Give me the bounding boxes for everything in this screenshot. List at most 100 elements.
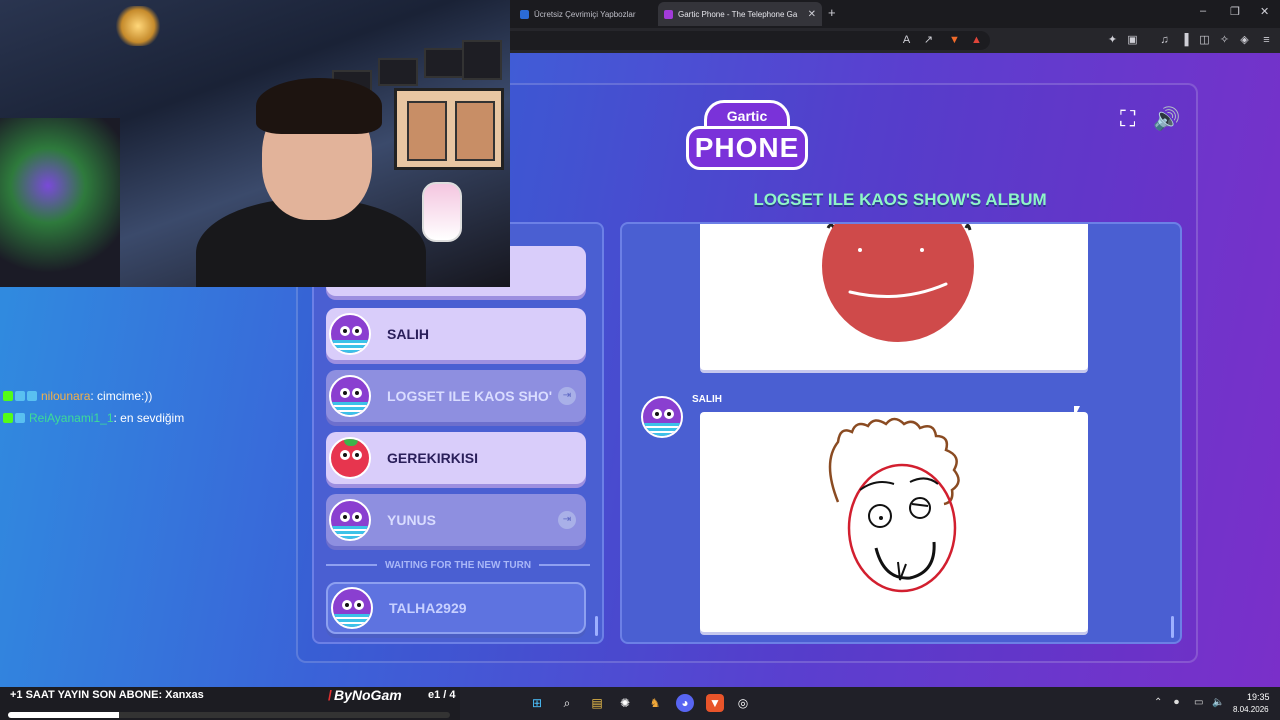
chat-message: nilounara : cimcime:)): [3, 389, 152, 403]
player-name: LOGSET ILE KAOS SHO': [387, 388, 553, 404]
search-icon[interactable]: ⌕: [558, 694, 576, 712]
tab-title: Ücretsiz Çevrimiçi Yapbozlar: [534, 9, 636, 19]
minimize-button[interactable]: –: [1200, 5, 1206, 17]
smiley-drawing: [822, 224, 974, 342]
webcam-overlay: [0, 0, 510, 287]
chat-text: : en sevdiğim: [113, 411, 185, 425]
close-window-button[interactable]: ✕: [1260, 5, 1269, 18]
brand-slash-icon: /: [328, 687, 332, 703]
subscriber-badge-icon: [15, 413, 25, 423]
player-item: GEREKIRKISI: [326, 432, 586, 484]
new-tab-button[interactable]: +: [828, 5, 836, 20]
game-app-icon[interactable]: ♞: [646, 694, 664, 712]
waiting-divider: WAITING FOR THE NEW TURN: [326, 558, 591, 572]
drawing-card: [700, 412, 1088, 632]
close-tab-icon[interactable]: ✕: [808, 9, 816, 20]
discord-icon[interactable]: ◕: [676, 694, 694, 712]
translate-icon[interactable]: A: [900, 34, 913, 47]
tab-title: Gartic Phone - The Telephone Ga: [678, 9, 798, 19]
album-panel: SALIH: [620, 222, 1182, 644]
player-name: GEREKIRKISI: [387, 450, 479, 466]
pixel-art-poster: [394, 88, 504, 170]
menu-icon[interactable]: ≡: [1260, 34, 1273, 47]
wall-frame: [462, 40, 502, 80]
wallet-icon[interactable]: ◫: [1198, 34, 1211, 47]
microphone-icon[interactable]: ⏺: [1174, 697, 1179, 708]
screenshot-icon[interactable]: ▣: [1126, 34, 1139, 47]
progress-fill: [8, 712, 119, 718]
brave-browser-icon[interactable]: ▼: [706, 694, 724, 712]
strawberry-avatar-icon: [329, 437, 371, 479]
player-item: TALHA2929: [326, 582, 586, 634]
chat-message: ReiAyanami1_1 : en sevdiğim: [3, 411, 184, 425]
windows-taskbar: ⊞ ⌕ ▤ ✺ ♞ ◕ ▼ ◎ ⌃ ⏺ ▭ 🔈 19:35 8.04.2026: [460, 687, 1280, 720]
file-explorer-icon[interactable]: ▤: [588, 694, 606, 712]
browser-tab[interactable]: Ücretsiz Çevrimiçi Yapbozlar: [514, 2, 654, 26]
chat-text: : cimcime:)): [90, 389, 153, 403]
bird-avatar-icon: [329, 499, 371, 541]
brave-shield-icon[interactable]: ▼: [948, 34, 961, 47]
exit-icon[interactable]: ⇥: [558, 387, 576, 405]
kick-badge-icon: [3, 413, 13, 423]
maximize-button[interactable]: ❐: [1230, 5, 1240, 18]
chat-username: nilounara: [41, 389, 91, 403]
gartic-phone-tab-icon: [664, 9, 673, 19]
vpn-icon[interactable]: ◈: [1238, 34, 1251, 47]
player-name: YUNUS: [387, 512, 437, 528]
wall-frame: [424, 48, 464, 78]
brave-rewards-icon[interactable]: ▲: [970, 34, 983, 47]
player-item: LOGSET ILE KAOS SHO' ⇥: [326, 370, 586, 422]
address-bar: A ↗ ▼ ▲ ✦ ▣ ♫ ▐ ◫ ✧ ◈ ≡: [510, 28, 1280, 53]
drawing-card: [700, 224, 1088, 370]
logo-main-text: PHONE: [686, 126, 808, 170]
gamepad-badge-icon: [27, 391, 37, 401]
browser-tab-active[interactable]: Gartic Phone - The Telephone Ga ✕: [658, 2, 822, 26]
chatgpt-icon[interactable]: ✺: [616, 694, 634, 712]
streamer-hair: [256, 78, 382, 134]
waiting-label: WAITING FOR THE NEW TURN: [384, 559, 532, 571]
progress-bar: [8, 712, 450, 718]
sidebar-icon[interactable]: ▐: [1178, 34, 1191, 47]
share-icon[interactable]: ↗: [922, 34, 935, 47]
clock-date[interactable]: 8.04.2026: [1233, 705, 1269, 714]
player-name: SALIH: [387, 326, 429, 342]
speaker-icon[interactable]: 🔈: [1212, 697, 1224, 708]
microphone: [422, 182, 462, 242]
music-icon[interactable]: ♫: [1158, 34, 1171, 47]
subscriber-badge-icon: [15, 391, 25, 401]
subscriber-ticker: +1 SAAT YAYIN SON ABONE: Xanxas: [10, 689, 204, 701]
leo-icon[interactable]: ✧: [1218, 34, 1231, 47]
exit-icon[interactable]: ⇥: [558, 511, 576, 529]
gaming-chair: [0, 118, 120, 287]
browser-tab-bar: Ücretsiz Çevrimiçi Yapbozlar Gartic Phon…: [510, 0, 1280, 28]
clock-time[interactable]: 19:35: [1247, 692, 1270, 702]
player-item: SALIH: [326, 308, 586, 360]
network-icon[interactable]: ▭: [1194, 697, 1203, 708]
fullscreen-icon[interactable]: ⛶: [1120, 106, 1135, 132]
player-name: TALHA2929: [389, 600, 467, 616]
kick-badge-icon: [3, 391, 13, 401]
puzzle-site-icon: [520, 9, 529, 19]
obs-icon[interactable]: ◎: [734, 694, 752, 712]
wall-frame: [378, 58, 418, 86]
player-item: YUNUS ⇥: [326, 494, 586, 546]
bird-avatar-icon: [331, 587, 373, 629]
brand-logo: ByNoGam: [334, 687, 402, 703]
bird-avatar-icon: [329, 375, 371, 417]
mouse-cursor-icon: [1074, 406, 1080, 418]
page-counter: e1 / 4: [428, 689, 456, 701]
volume-icon[interactable]: 🔊: [1153, 106, 1180, 132]
album-title: LOGSET ILE KAOS SHOW'S ALBUM: [753, 190, 1047, 209]
gartic-phone-logo: Gartic PHONE: [686, 100, 808, 172]
face-drawing: [828, 417, 960, 593]
chat-username: ReiAyanami1_1: [29, 411, 114, 425]
album-author: SALIH: [692, 394, 722, 405]
url-input[interactable]: [510, 31, 990, 50]
player-list-scrollbar[interactable]: [595, 616, 598, 636]
bird-avatar-icon: [329, 313, 371, 355]
album-scrollbar[interactable]: [1171, 616, 1174, 638]
extensions-icon[interactable]: ✦: [1106, 34, 1119, 47]
windows-start-icon[interactable]: ⊞: [528, 694, 546, 712]
tray-chevron-icon[interactable]: ⌃: [1154, 697, 1162, 708]
stream-info-bar: +1 SAAT YAYIN SON ABONE: Xanxas / ByNoGa…: [0, 687, 460, 720]
